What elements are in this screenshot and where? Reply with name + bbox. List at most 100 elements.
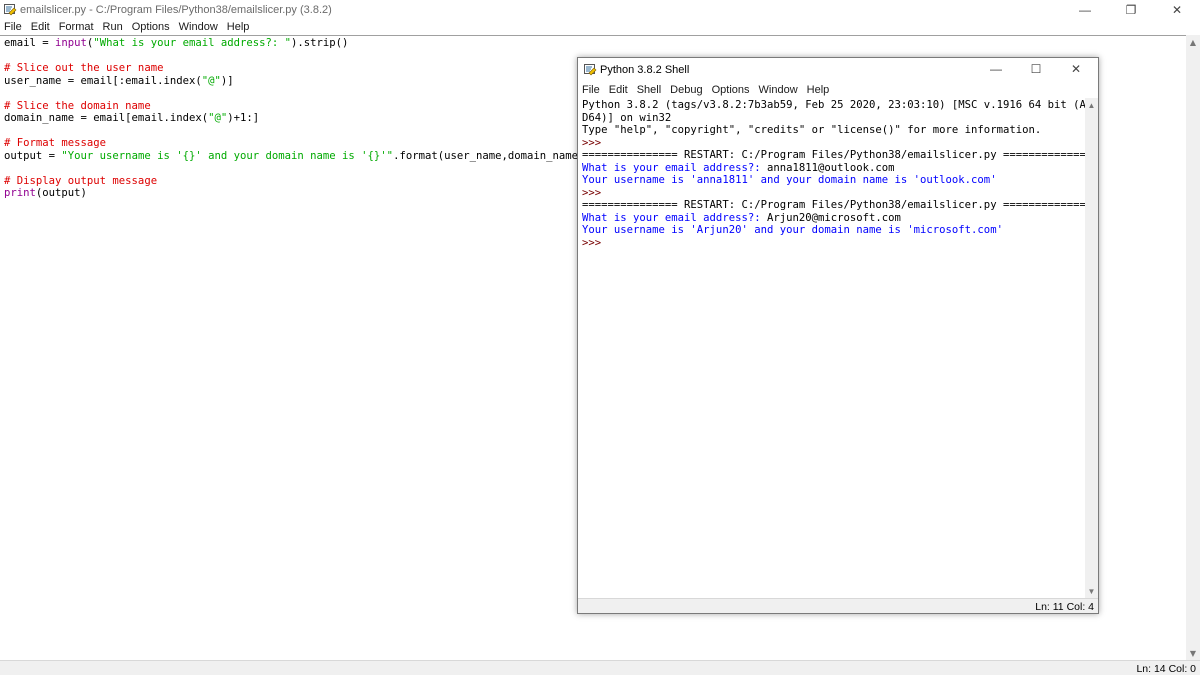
editor-titlebar[interactable]: emailslicer.py - C:/Program Files/Python… — [0, 0, 1200, 20]
python-idle-icon — [4, 3, 17, 16]
shell-menu-file[interactable]: File — [582, 84, 600, 96]
close-icon: ✕ — [1070, 62, 1082, 76]
menu-run[interactable]: Run — [103, 21, 123, 33]
code-line: print(output) — [4, 187, 584, 200]
code-token: )+1:] — [227, 112, 260, 124]
shell-menu-options[interactable]: Options — [712, 84, 750, 96]
shell-line: Your username is 'Arjun20' and your doma… — [582, 224, 1092, 237]
code-token: D64)] on win32 — [582, 111, 672, 124]
chevron-down-icon[interactable]: ▼ — [1186, 646, 1200, 660]
shell-line: =============== RESTART: C:/Program File… — [582, 199, 1092, 212]
shell-line: Type "help", "copyright", "credits" or "… — [582, 124, 1092, 137]
shell-scrollbar[interactable]: ▲ ▼ — [1085, 98, 1098, 598]
menu-edit[interactable]: Edit — [31, 21, 50, 33]
maximize-icon: ☐ — [1030, 62, 1042, 76]
shell-title: Python 3.8.2 Shell — [600, 64, 690, 76]
code-line: output = "Your username is '{}' and your… — [4, 150, 584, 163]
code-token: =============== RESTART: C:/Program File… — [582, 199, 1093, 211]
shell-line: >>> — [582, 237, 1092, 250]
code-token: .format(user_name,domain_name) — [393, 149, 585, 162]
code-token: user_name = email[:email.index( — [4, 74, 202, 87]
editor-window-controls: — ❐ ✕ — [1062, 0, 1200, 20]
code-token: (output) — [35, 187, 87, 199]
menu-options[interactable]: Options — [132, 21, 170, 33]
code-token: output = — [4, 149, 62, 162]
shell-statusbar: Ln: 11 Col: 4 — [578, 598, 1098, 613]
code-token: # Display output message — [4, 174, 158, 187]
chevron-up-icon[interactable]: ▲ — [1186, 35, 1200, 49]
code-line: domain_name = email[email.index("@")+1:] — [4, 112, 584, 125]
shell-menu-window[interactable]: Window — [759, 84, 798, 96]
restore-icon: ❐ — [1125, 3, 1137, 17]
minimize-icon: — — [990, 62, 1002, 76]
code-token: email = — [4, 37, 56, 49]
shell-minimize-button[interactable]: — — [976, 59, 1016, 79]
code-token: "@" — [201, 74, 221, 87]
code-token: >>> — [582, 136, 608, 149]
shell-window[interactable]: Python 3.8.2 Shell — ☐ ✕ File Edit Shell… — [577, 57, 1099, 614]
shell-cursor-position: Ln: 11 Col: 4 — [1035, 601, 1094, 613]
shell-line: >>> — [582, 187, 1092, 200]
editor-menubar: File Edit Format Run Options Window Help — [0, 19, 1200, 35]
code-line: # Format message — [4, 137, 584, 150]
code-token: >>> — [582, 236, 608, 249]
shell-menu-debug[interactable]: Debug — [670, 84, 702, 96]
code-token: What is your email address?: — [582, 211, 767, 224]
shell-line: Python 3.8.2 (tags/v3.8.2:7b3ab59, Feb 2… — [582, 99, 1092, 112]
code-token: # Slice out the user name — [4, 62, 164, 74]
shell-line: =============== RESTART: C:/Program File… — [582, 149, 1092, 162]
editor-code: email = input("What is your email addres… — [4, 37, 584, 200]
cursor-position: Ln: 14 Col: 0 — [1136, 663, 1196, 675]
shell-menubar: File Edit Shell Debug Options Window Hel… — [578, 82, 1098, 98]
code-token: Type "help", "copyright", "credits" or "… — [582, 124, 1042, 136]
chevron-down-icon[interactable]: ▼ — [1085, 584, 1098, 598]
close-button[interactable]: ✕ — [1154, 0, 1200, 20]
shell-menu-help[interactable]: Help — [807, 84, 830, 96]
shell-line: >>> — [582, 137, 1092, 150]
menu-format[interactable]: Format — [59, 21, 94, 33]
code-token: "What is your email address?: " — [93, 37, 292, 49]
code-token: ).strip() — [291, 37, 349, 49]
menu-file[interactable]: File — [4, 21, 22, 33]
code-token: # Slice the domain name — [4, 99, 151, 112]
window-title: emailslicer.py - C:/Program Files/Python… — [20, 4, 332, 16]
editor-scrollbar[interactable]: ▲ ▼ — [1186, 35, 1200, 660]
code-line: # Slice the domain name — [4, 100, 584, 113]
shell-menu-shell[interactable]: Shell — [637, 84, 661, 96]
menu-window[interactable]: Window — [179, 21, 218, 33]
code-token: "@" — [208, 112, 228, 124]
shell-close-button[interactable]: ✕ — [1056, 59, 1096, 79]
code-token: "Your username is '{}' and your domain n… — [61, 149, 394, 162]
code-token: Your username is 'Arjun20' and your doma… — [582, 224, 1003, 236]
code-token: print — [4, 187, 36, 199]
code-token: # Format message — [4, 137, 107, 149]
shell-line: D64)] on win32 — [582, 112, 1092, 125]
code-line: # Display output message — [4, 175, 584, 188]
shell-line: What is your email address?: anna1811@ou… — [582, 162, 1092, 175]
minimize-button[interactable]: — — [1062, 0, 1108, 20]
code-token: domain_name = email[email.index( — [4, 112, 209, 124]
code-token: Python 3.8.2 (tags/v3.8.2:7b3ab59, Feb 2… — [582, 99, 1093, 111]
code-line: user_name = email[:email.index("@")] — [4, 75, 584, 88]
code-line: # Slice out the user name — [4, 62, 584, 75]
minimize-icon: — — [1079, 3, 1091, 17]
code-token: =============== RESTART: C:/Program File… — [582, 149, 1093, 161]
code-token: What is your email address?: — [582, 161, 767, 174]
code-token: input — [55, 37, 87, 49]
shell-line: Your username is 'anna1811' and your dom… — [582, 174, 1092, 187]
shell-menu-edit[interactable]: Edit — [609, 84, 628, 96]
restore-button[interactable]: ❐ — [1108, 0, 1154, 20]
code-token: anna1811@outlook.com — [766, 161, 895, 174]
shell-text-area[interactable]: Python 3.8.2 (tags/v3.8.2:7b3ab59, Feb 2… — [578, 98, 1092, 598]
python-idle-icon — [584, 63, 597, 76]
shell-titlebar[interactable]: Python 3.8.2 Shell — ☐ ✕ — [578, 58, 1098, 81]
chevron-up-icon[interactable]: ▲ — [1085, 98, 1098, 112]
shell-output: Python 3.8.2 (tags/v3.8.2:7b3ab59, Feb 2… — [582, 99, 1092, 249]
shell-maximize-button[interactable]: ☐ — [1016, 59, 1056, 79]
code-line: email = input("What is your email addres… — [4, 37, 584, 50]
menu-help[interactable]: Help — [227, 21, 250, 33]
shell-window-controls: — ☐ ✕ — [976, 59, 1096, 79]
